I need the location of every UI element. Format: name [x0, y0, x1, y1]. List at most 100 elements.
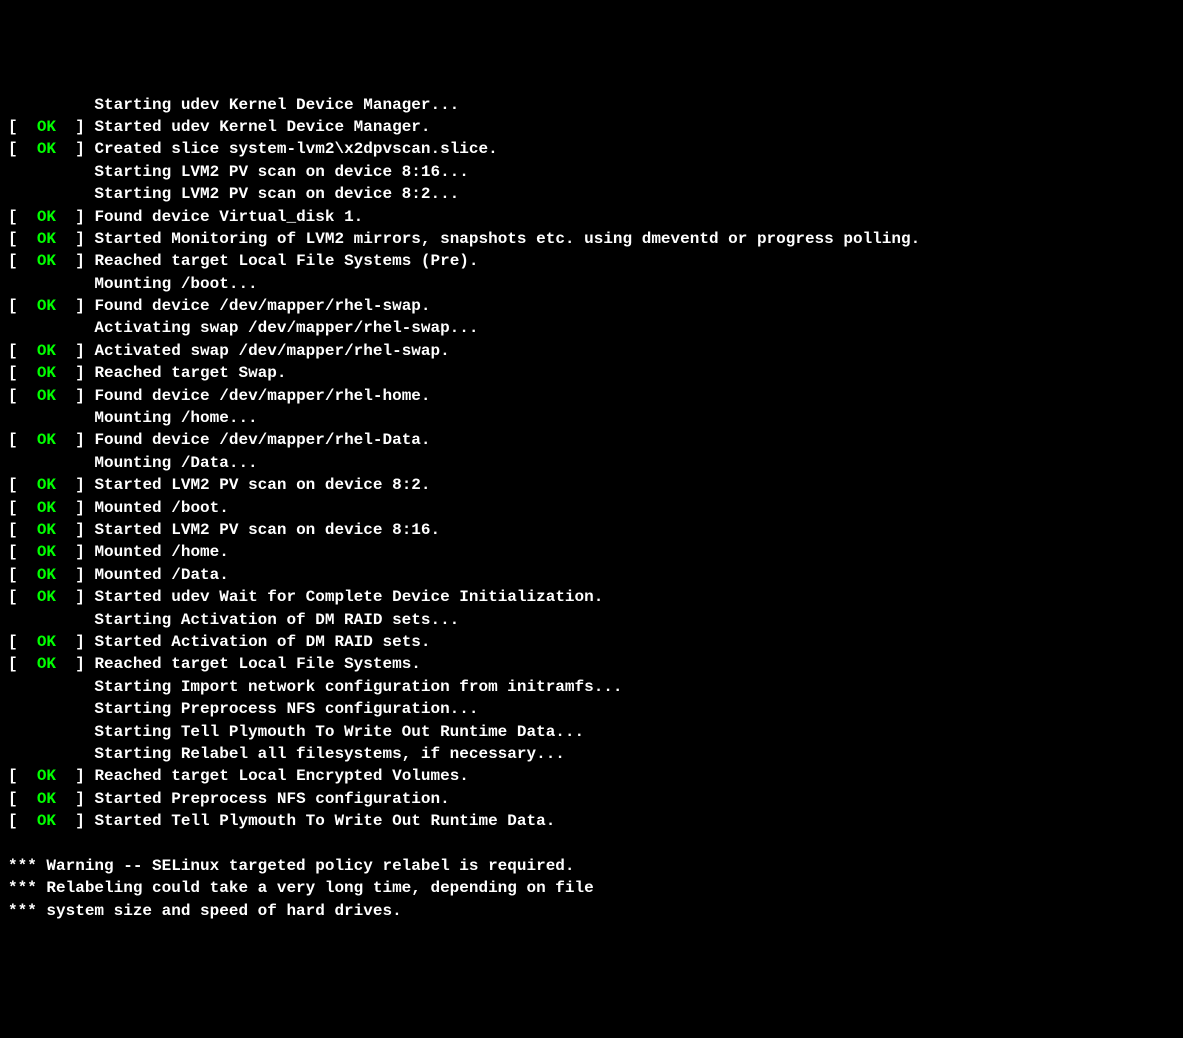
bracket-open: [	[8, 118, 18, 136]
bracket-close: ]	[75, 387, 85, 405]
status-ok-label: OK	[37, 521, 56, 539]
boot-message: Activated swap /dev/mapper/rhel-swap.	[94, 342, 449, 360]
bracket-open: [	[8, 499, 18, 517]
status-ok-label: OK	[37, 499, 56, 517]
boot-line: [ OK ] Started udev Wait for Complete De…	[8, 586, 1175, 608]
boot-line: *** Relabeling could take a very long ti…	[8, 877, 1175, 899]
status-ok-label: OK	[37, 476, 56, 494]
boot-message: Starting Tell Plymouth To Write Out Runt…	[8, 723, 584, 741]
boot-message: Started Activation of DM RAID sets.	[94, 633, 430, 651]
status-ok-label: OK	[37, 297, 56, 315]
status-ok-label: OK	[37, 140, 56, 158]
bracket-open: [	[8, 812, 18, 830]
boot-message: Started LVM2 PV scan on device 8:16.	[94, 521, 440, 539]
boot-message: Started Monitoring of LVM2 mirrors, snap…	[94, 230, 920, 248]
bracket-close: ]	[75, 521, 85, 539]
bracket-close: ]	[75, 543, 85, 561]
boot-line: [ OK ] Started Preprocess NFS configurat…	[8, 788, 1175, 810]
status-ok-label: OK	[37, 790, 56, 808]
bracket-open: [	[8, 297, 18, 315]
status-ok-label: OK	[37, 252, 56, 270]
boot-line: Starting LVM2 PV scan on device 8:2...	[8, 183, 1175, 205]
bracket-close: ]	[75, 566, 85, 584]
bracket-close: ]	[75, 208, 85, 226]
bracket-open: [	[8, 208, 18, 226]
bracket-close: ]	[75, 140, 85, 158]
status-ok-label: OK	[37, 342, 56, 360]
status-ok-label: OK	[37, 387, 56, 405]
boot-message: Found device /dev/mapper/rhel-Data.	[94, 431, 430, 449]
boot-console: Starting udev Kernel Device Manager... [ …	[8, 94, 1175, 922]
boot-line: [ OK ] Reached target Local Encrypted Vo…	[8, 765, 1175, 787]
boot-message: Reached target Swap.	[94, 364, 286, 382]
boot-message: Mounted /Data.	[94, 566, 228, 584]
boot-line: Activating swap /dev/mapper/rhel-swap...	[8, 317, 1175, 339]
boot-message: Starting Preprocess NFS configuration...	[8, 700, 478, 718]
bracket-close: ]	[75, 118, 85, 136]
boot-line: [ OK ] Reached target Local File Systems…	[8, 250, 1175, 272]
boot-line: [ OK ] Started Tell Plymouth To Write Ou…	[8, 810, 1175, 832]
bracket-open: [	[8, 364, 18, 382]
boot-line: [ OK ] Created slice system-lvm2\x2dpvsc…	[8, 138, 1175, 160]
boot-message: Mounting /Data...	[8, 454, 258, 472]
boot-message: Started LVM2 PV scan on device 8:2.	[94, 476, 430, 494]
bracket-close: ]	[75, 499, 85, 517]
bracket-open: [	[8, 543, 18, 561]
bracket-open: [	[8, 633, 18, 651]
boot-line: Starting Relabel all filesystems, if nec…	[8, 743, 1175, 765]
boot-message: Mounting /home...	[8, 409, 258, 427]
bracket-close: ]	[75, 812, 85, 830]
boot-line: Mounting /home...	[8, 407, 1175, 429]
boot-message: Mounted /home.	[94, 543, 228, 561]
boot-line: *** system size and speed of hard drives…	[8, 900, 1175, 922]
boot-message: Found device /dev/mapper/rhel-home.	[94, 387, 430, 405]
boot-message: Starting Relabel all filesystems, if nec…	[8, 745, 565, 763]
bracket-open: [	[8, 588, 18, 606]
boot-message: *** Relabeling could take a very long ti…	[8, 879, 594, 897]
boot-line: Starting Preprocess NFS configuration...	[8, 698, 1175, 720]
status-ok-label: OK	[37, 543, 56, 561]
boot-line: [ OK ] Started LVM2 PV scan on device 8:…	[8, 519, 1175, 541]
boot-message: Reached target Local File Systems.	[94, 655, 420, 673]
boot-line: [ OK ] Started Monitoring of LVM2 mirror…	[8, 228, 1175, 250]
boot-message: Starting Import network configuration fr…	[8, 678, 623, 696]
boot-line: [ OK ] Activated swap /dev/mapper/rhel-s…	[8, 340, 1175, 362]
boot-line: [ OK ] Found device /dev/mapper/rhel-swa…	[8, 295, 1175, 317]
boot-message: Reached target Local File Systems (Pre).	[94, 252, 478, 270]
bracket-close: ]	[75, 364, 85, 382]
bracket-open: [	[8, 655, 18, 673]
boot-message: *** Warning -- SELinux targeted policy r…	[8, 857, 575, 875]
boot-line	[8, 832, 1175, 854]
bracket-close: ]	[75, 297, 85, 315]
bracket-open: [	[8, 431, 18, 449]
status-ok-label: OK	[37, 655, 56, 673]
bracket-open: [	[8, 140, 18, 158]
boot-message: Starting LVM2 PV scan on device 8:2...	[8, 185, 459, 203]
boot-message: Started udev Kernel Device Manager.	[94, 118, 430, 136]
status-ok-label: OK	[37, 208, 56, 226]
boot-line: Starting udev Kernel Device Manager...	[8, 94, 1175, 116]
boot-message: Starting udev Kernel Device Manager...	[8, 96, 459, 114]
boot-line: [ OK ] Found device /dev/mapper/rhel-Dat…	[8, 429, 1175, 451]
bracket-open: [	[8, 521, 18, 539]
boot-message: Started Preprocess NFS configuration.	[94, 790, 449, 808]
boot-message: Found device /dev/mapper/rhel-swap.	[94, 297, 430, 315]
status-ok-label: OK	[37, 588, 56, 606]
status-ok-label: OK	[37, 364, 56, 382]
bracket-close: ]	[75, 588, 85, 606]
status-ok-label: OK	[37, 431, 56, 449]
boot-line: Starting Import network configuration fr…	[8, 676, 1175, 698]
boot-line: [ OK ] Found device Virtual_disk 1.	[8, 206, 1175, 228]
bracket-close: ]	[75, 767, 85, 785]
status-ok-label: OK	[37, 812, 56, 830]
boot-message: Starting Activation of DM RAID sets...	[8, 611, 459, 629]
boot-line: [ OK ] Started LVM2 PV scan on device 8:…	[8, 474, 1175, 496]
boot-message: Activating swap /dev/mapper/rhel-swap...	[8, 319, 478, 337]
boot-message: Mounted /boot.	[94, 499, 228, 517]
status-ok-label: OK	[37, 767, 56, 785]
boot-line: Starting Activation of DM RAID sets...	[8, 609, 1175, 631]
boot-message: *** system size and speed of hard drives…	[8, 902, 402, 920]
boot-line: [ OK ] Mounted /boot.	[8, 497, 1175, 519]
status-ok-label: OK	[37, 118, 56, 136]
bracket-close: ]	[75, 476, 85, 494]
